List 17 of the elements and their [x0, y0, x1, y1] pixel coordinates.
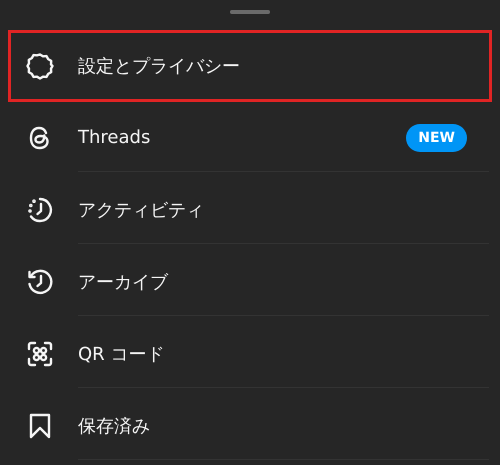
- menu-item[interactable]: QR コード: [8, 318, 492, 390]
- gear-icon: [25, 51, 55, 81]
- menu-item[interactable]: 保存済み: [8, 390, 492, 462]
- menu-item[interactable]: Threads NEW: [8, 102, 492, 174]
- menu-item-label: Threads: [78, 127, 150, 148]
- drag-handle[interactable]: [230, 10, 270, 14]
- new-badge: NEW: [406, 124, 467, 152]
- menu-item-label: 保存済み: [78, 414, 150, 438]
- qr-code-icon: [25, 339, 55, 369]
- menu-item-label: アクティビティ: [78, 198, 204, 222]
- menu-item-label: アーカイブ: [78, 270, 168, 294]
- menu-item[interactable]: 設定とプライバシー: [8, 30, 492, 102]
- clock-icon: [25, 195, 55, 225]
- menu-item-label: QR コード: [78, 342, 164, 366]
- menu-item[interactable]: アクティビティ: [8, 174, 492, 246]
- menu-item-label: 設定とプライバシー: [78, 54, 240, 78]
- menu-item[interactable]: アーカイブ: [8, 246, 492, 318]
